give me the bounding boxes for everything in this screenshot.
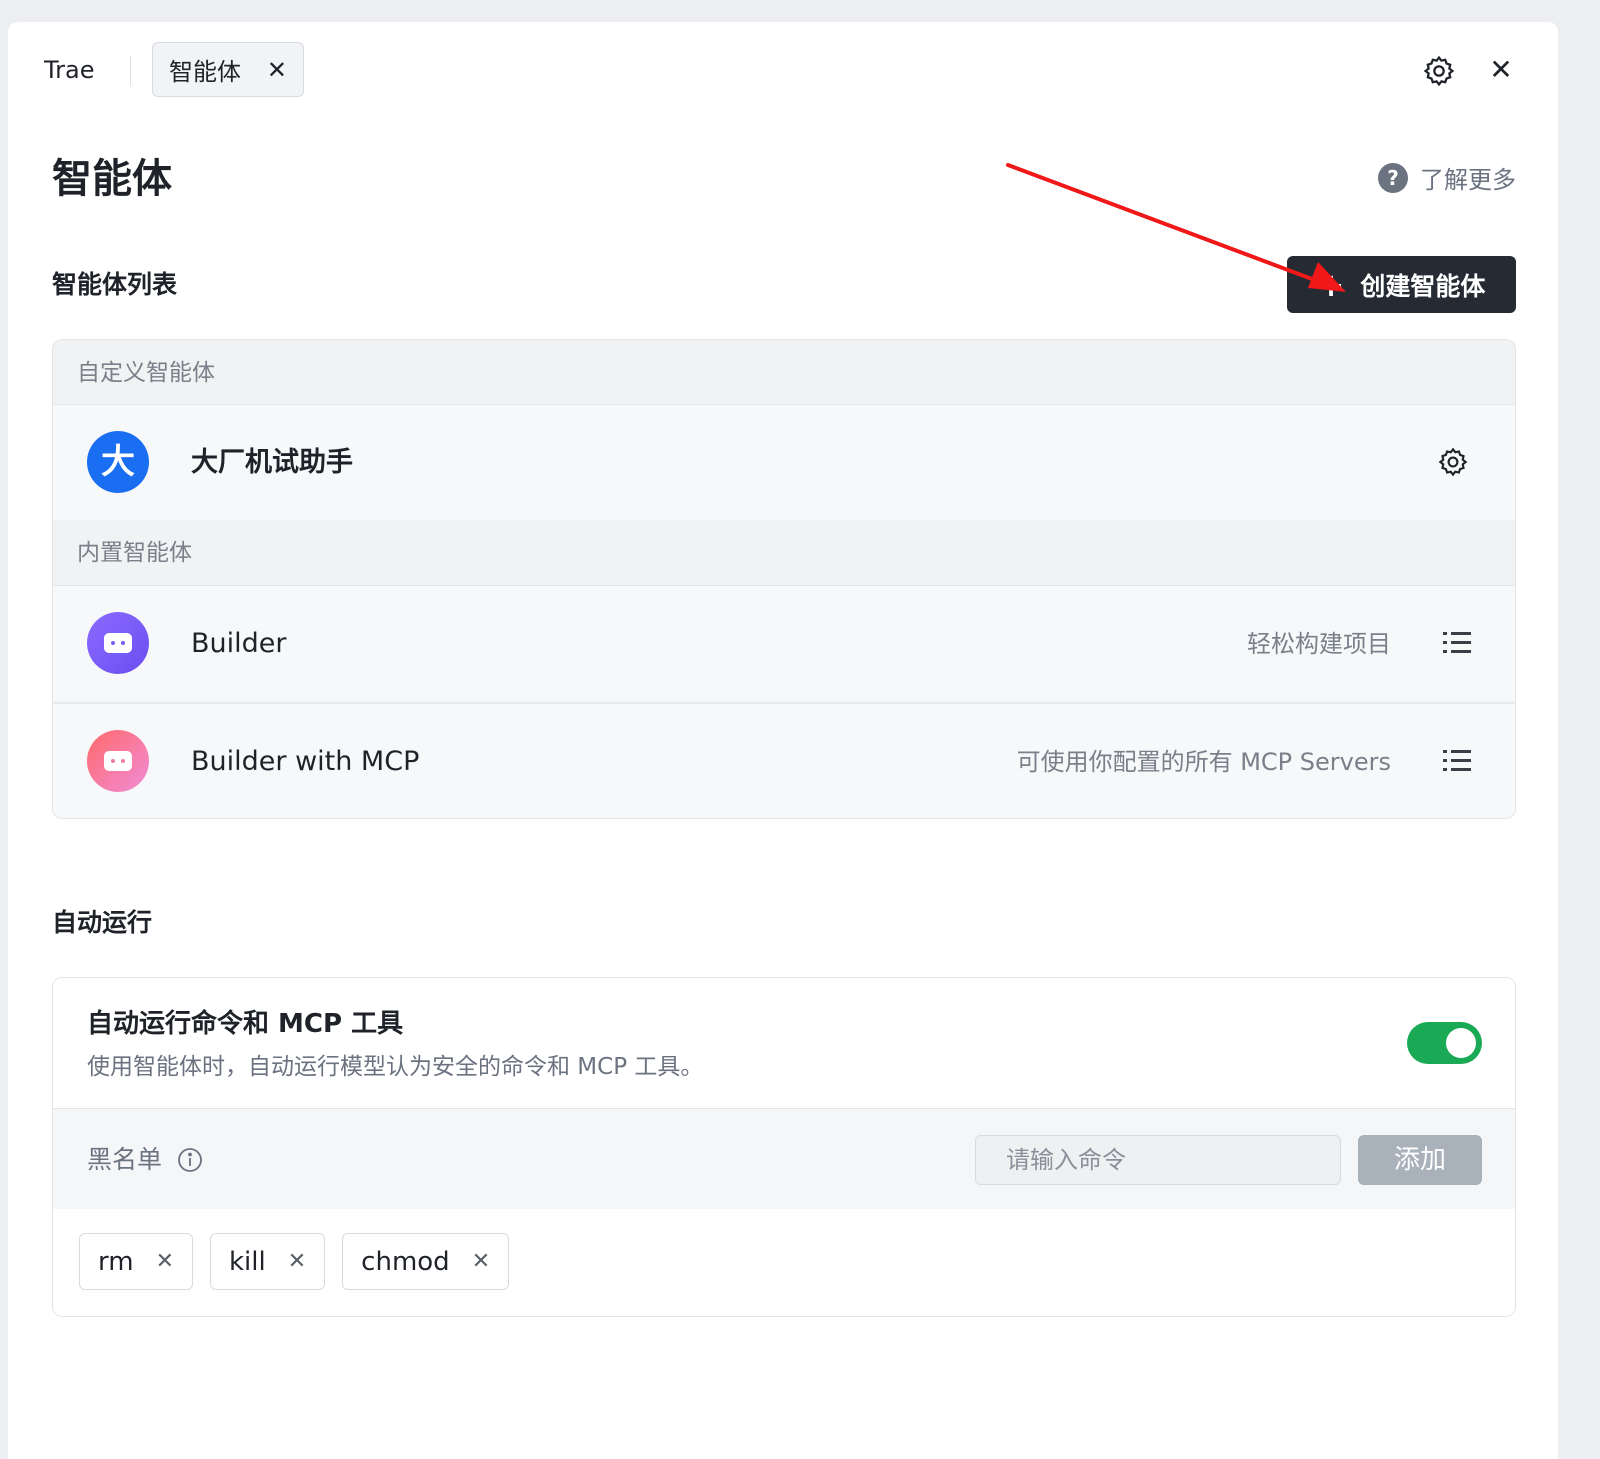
remove-tag-icon[interactable]: ✕ [156, 1249, 174, 1274]
agent-list-heading: 智能体列表 [52, 270, 178, 299]
builtin-agents-label: 内置智能体 [77, 540, 192, 566]
settings-gear-icon[interactable] [1422, 54, 1456, 88]
divider [130, 56, 131, 86]
command-input[interactable] [975, 1135, 1341, 1185]
auto-run-card: 自动运行命令和 MCP 工具 使用智能体时，自动运行模型认为安全的命令和 MCP… [52, 977, 1516, 1317]
tag-rm: rm ✕ [79, 1233, 193, 1290]
blacklist-label: 黑名单 [87, 1145, 163, 1174]
blacklist-tags: rm ✕ kill ✕ chmod ✕ [79, 1233, 510, 1290]
create-agent-button[interactable]: + 创建智能体 [1287, 256, 1516, 313]
gear-icon[interactable] [1437, 446, 1469, 478]
tab-close-icon[interactable]: ✕ [267, 56, 287, 84]
list-item-custom-agent[interactable]: 大 大厂机试助手 [53, 404, 1515, 520]
agent-name: 大厂机试助手 [191, 447, 353, 478]
page-title: 智能体 [52, 156, 172, 202]
tag-chmod: chmod ✕ [342, 1233, 510, 1290]
agent-list: 自定义智能体 大 大厂机试助手 内置智能体 Builder 轻松构建项目 Bui… [52, 339, 1516, 819]
robot-avatar-icon [87, 730, 149, 792]
agent-name: Builder [191, 628, 287, 659]
list-item-builder[interactable]: Builder 轻松构建项目 [53, 585, 1515, 701]
auto-run-title: 自动运行命令和 MCP 工具 [87, 1009, 404, 1039]
close-icon[interactable]: ✕ [1486, 52, 1516, 88]
tag-label: kill [229, 1246, 266, 1277]
learn-more-link[interactable]: ? 了解更多 [1378, 160, 1516, 195]
auto-run-heading: 自动运行 [52, 908, 153, 937]
help-icon: ? [1378, 162, 1408, 193]
agent-description: 轻松构建项目 [1247, 630, 1391, 658]
auto-run-description: 使用智能体时，自动运行模型认为安全的命令和 MCP 工具。 [87, 1054, 704, 1080]
plus-icon: + [1317, 265, 1345, 304]
tag-label: rm [98, 1246, 134, 1277]
list-item-builder-mcp[interactable]: Builder with MCP 可使用你配置的所有 MCP Servers [53, 703, 1515, 818]
blacklist-bar: 黑名单 添加 [53, 1108, 1515, 1209]
info-icon[interactable] [177, 1147, 203, 1173]
agent-name: Builder with MCP [191, 746, 420, 777]
tab-agents[interactable]: 智能体 ✕ [152, 42, 304, 97]
create-agent-label: 创建智能体 [1360, 271, 1486, 301]
robot-avatar-icon [87, 612, 149, 674]
tag-kill: kill ✕ [210, 1233, 326, 1290]
agent-description: 可使用你配置的所有 MCP Servers [1016, 748, 1391, 776]
tab-label: 智能体 [169, 58, 241, 86]
agent-avatar: 大 [87, 431, 149, 493]
add-button[interactable]: 添加 [1358, 1135, 1482, 1185]
remove-tag-icon[interactable]: ✕ [288, 1249, 306, 1274]
learn-more-label: 了解更多 [1420, 166, 1516, 194]
agents-settings-panel: Trae 智能体 ✕ ✕ 智能体 ? 了解更多 智能体列表 + 创建智能体 自定… [8, 22, 1558, 1459]
list-icon[interactable] [1443, 748, 1471, 774]
remove-tag-icon[interactable]: ✕ [472, 1249, 490, 1274]
list-icon[interactable] [1443, 630, 1471, 656]
auto-run-toggle[interactable] [1407, 1022, 1482, 1064]
app-name: Trae [44, 56, 95, 84]
custom-agents-label: 自定义智能体 [77, 360, 215, 386]
top-bar: Trae 智能体 ✕ ✕ [8, 22, 1558, 117]
tag-label: chmod [361, 1246, 450, 1277]
